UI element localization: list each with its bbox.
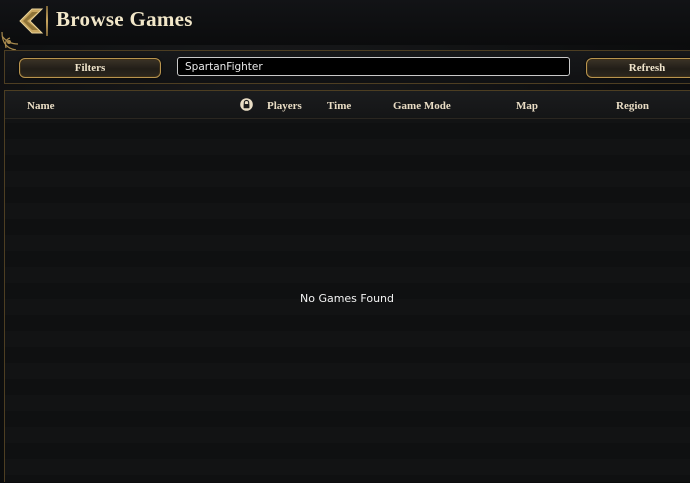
lock-icon[interactable]	[240, 98, 253, 111]
toolbar: Filters Refresh	[4, 50, 690, 84]
page-title: Browse Games	[56, 7, 193, 31]
column-map[interactable]: Map	[516, 100, 538, 112]
corner-ornament-icon	[1, 31, 19, 51]
search-input[interactable]	[177, 57, 570, 76]
column-name[interactable]: Name	[27, 100, 55, 112]
header-bar: Browse Games	[0, 0, 690, 45]
column-players[interactable]: Players	[267, 100, 302, 112]
games-table: Name Players Time Game Mode Map Region N…	[4, 90, 690, 482]
header-divider	[46, 6, 48, 36]
column-time[interactable]: Time	[327, 100, 351, 112]
browse-games-screen: Browse Games Filters Refresh Name Player…	[0, 0, 690, 483]
table-header: Name Players Time Game Mode Map Region	[5, 91, 690, 119]
empty-state-message: No Games Found	[299, 292, 395, 305]
column-game-mode[interactable]: Game Mode	[393, 100, 451, 112]
column-region[interactable]: Region	[616, 100, 649, 112]
filters-button[interactable]: Filters	[19, 58, 161, 78]
refresh-button[interactable]: Refresh	[586, 58, 690, 78]
